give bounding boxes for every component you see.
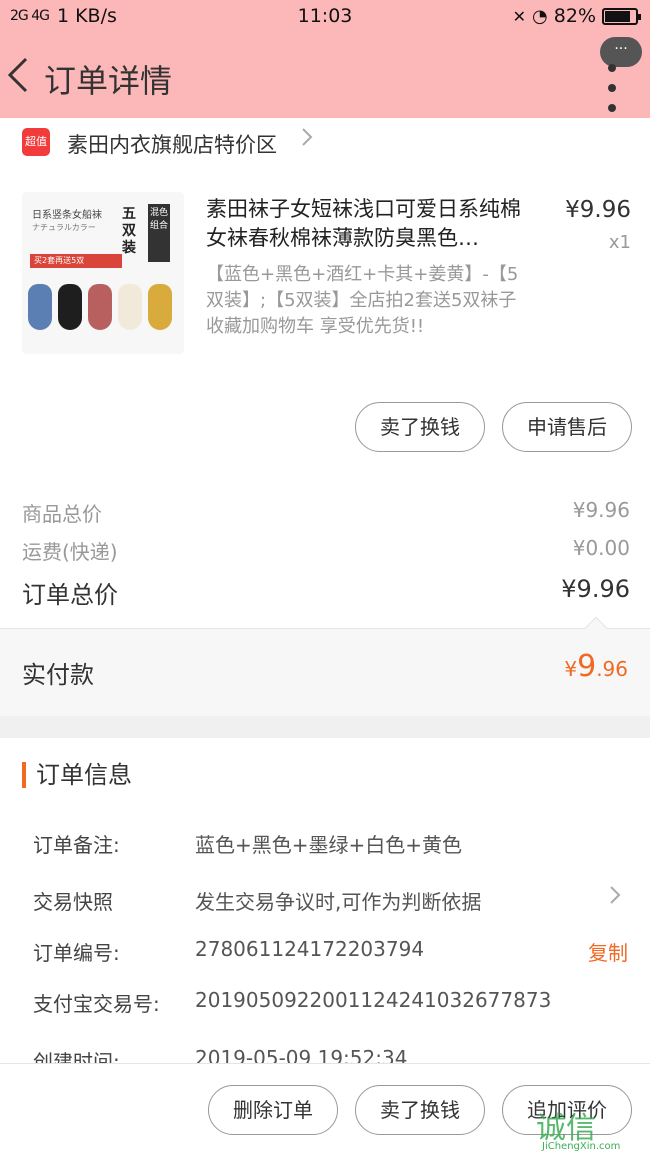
paid-label: 实付款	[22, 661, 94, 689]
caret-up-icon	[584, 616, 608, 640]
shipping-label: 运费(快递)	[22, 540, 118, 564]
product-price: ¥9.96	[565, 197, 631, 223]
sock-black	[58, 284, 82, 330]
mute-icon: ✕	[512, 6, 527, 26]
section-divider	[0, 716, 650, 738]
paid-decimal: .96	[596, 657, 628, 681]
remark-label: 订单备注:	[33, 833, 120, 857]
more-bubble[interactable]: ···	[600, 37, 642, 67]
more-dots-icon[interactable]	[608, 64, 616, 126]
status-bar: 2G 4G 1 KB/s 11:03 ✕ ◔ 82%	[0, 0, 650, 34]
goods-total-row: 商品总价 ¥9.96	[22, 498, 630, 528]
page-title: 订单详情	[44, 62, 173, 100]
product-title[interactable]: 素田袜子女短袜浅口可爱日系纯棉女袜春秋棉袜薄款防臭黑色…	[206, 195, 536, 253]
watermark-logo: 诚信 JiChengXin.com	[536, 1103, 650, 1155]
remark-row: 订单备注: 蓝色+黑色+墨绿+白色+黄色	[33, 829, 628, 859]
thumb-mix: 混色组合	[148, 204, 170, 262]
delete-order-button[interactable]: 删除订单	[208, 1085, 338, 1135]
chevron-right-icon	[300, 126, 314, 154]
thumb-promo: 买2套再送5双	[30, 254, 122, 268]
nav-bar: 订单详情 ···	[0, 34, 650, 118]
battery-percent: 82%	[553, 5, 596, 27]
thumb-pack: 五双装	[122, 206, 136, 256]
bottom-resell-button[interactable]: 卖了换钱	[355, 1085, 485, 1135]
sock-white	[118, 284, 142, 330]
sock-wine	[88, 284, 112, 330]
paid-value: ¥9.96	[564, 649, 628, 684]
snapshot-label: 交易快照	[33, 890, 113, 914]
order-total-value: ¥9.96	[561, 575, 630, 603]
product-spec: 【蓝色+黑色+酒红+卡其+姜黄】-【5双装】;【5双装】全店拍2套送5双袜子 收…	[206, 264, 519, 337]
goods-total-value: ¥9.96	[572, 498, 630, 522]
paid-amount-row: 实付款 ¥9.96	[0, 616, 650, 716]
thumb-subcaption: ナチュラルカラー	[32, 223, 96, 232]
alipay-label: 支付宝交易号:	[33, 992, 160, 1016]
product-item[interactable]: 日系竖条女船袜 ナチュラルカラー 买2套再送5双 五双装 混色组合 素田袜子女短…	[0, 180, 650, 380]
shipping-row: 运费(快递) ¥0.00	[22, 536, 630, 566]
goods-total-label: 商品总价	[22, 502, 102, 526]
order-info-heading: 订单信息	[22, 762, 132, 788]
chevron-left-icon[interactable]	[6, 56, 30, 101]
store-badge: 超值	[22, 128, 50, 156]
order-number-label: 订单编号:	[33, 941, 120, 965]
order-total-row: 订单总价 ¥9.96	[22, 575, 630, 609]
remark-value: 蓝色+黑色+墨绿+白色+黄色	[195, 833, 463, 857]
battery-icon	[602, 7, 641, 25]
store-name[interactable]: 素田内衣旗舰店特价区	[67, 129, 277, 159]
resell-button[interactable]: 卖了换钱	[355, 402, 485, 452]
clock: 11:03	[297, 5, 353, 27]
alipay-value: 2019050922001124241032677873	[195, 988, 552, 1012]
shipping-value: ¥0.00	[572, 536, 630, 560]
snapshot-row[interactable]: 交易快照 发生交易争议时,可作为判断依据	[33, 886, 628, 916]
product-quantity: x1	[608, 232, 631, 253]
paid-currency: ¥	[564, 657, 578, 681]
alipay-row: 支付宝交易号: 2019050922001124241032677873	[33, 988, 628, 1018]
sock-yellow	[148, 284, 172, 330]
after-sale-button[interactable]: 申请售后	[502, 402, 632, 452]
order-number-value: 278061124172203794	[195, 937, 425, 961]
copy-button[interactable]: 复制	[588, 937, 628, 966]
store-row[interactable]: 超值 素田内衣旗舰店特价区	[0, 118, 650, 166]
order-total-label: 订单总价	[22, 581, 118, 609]
watermark-site: JiChengXin.com	[542, 1141, 621, 1152]
sock-blue	[28, 284, 52, 330]
thumb-caption: 日系竖条女船袜	[32, 210, 102, 221]
order-number-row: 订单编号: 278061124172203794 复制	[33, 937, 628, 967]
product-thumbnail[interactable]: 日系竖条女船袜 ナチュラルカラー 买2套再送5双 五双装 混色组合	[22, 192, 184, 354]
alarm-icon: ◔	[532, 5, 548, 27]
paid-integer: 9	[577, 649, 597, 684]
snapshot-value: 发生交易争议时,可作为判断依据	[195, 890, 482, 914]
chevron-right-icon	[608, 884, 622, 912]
